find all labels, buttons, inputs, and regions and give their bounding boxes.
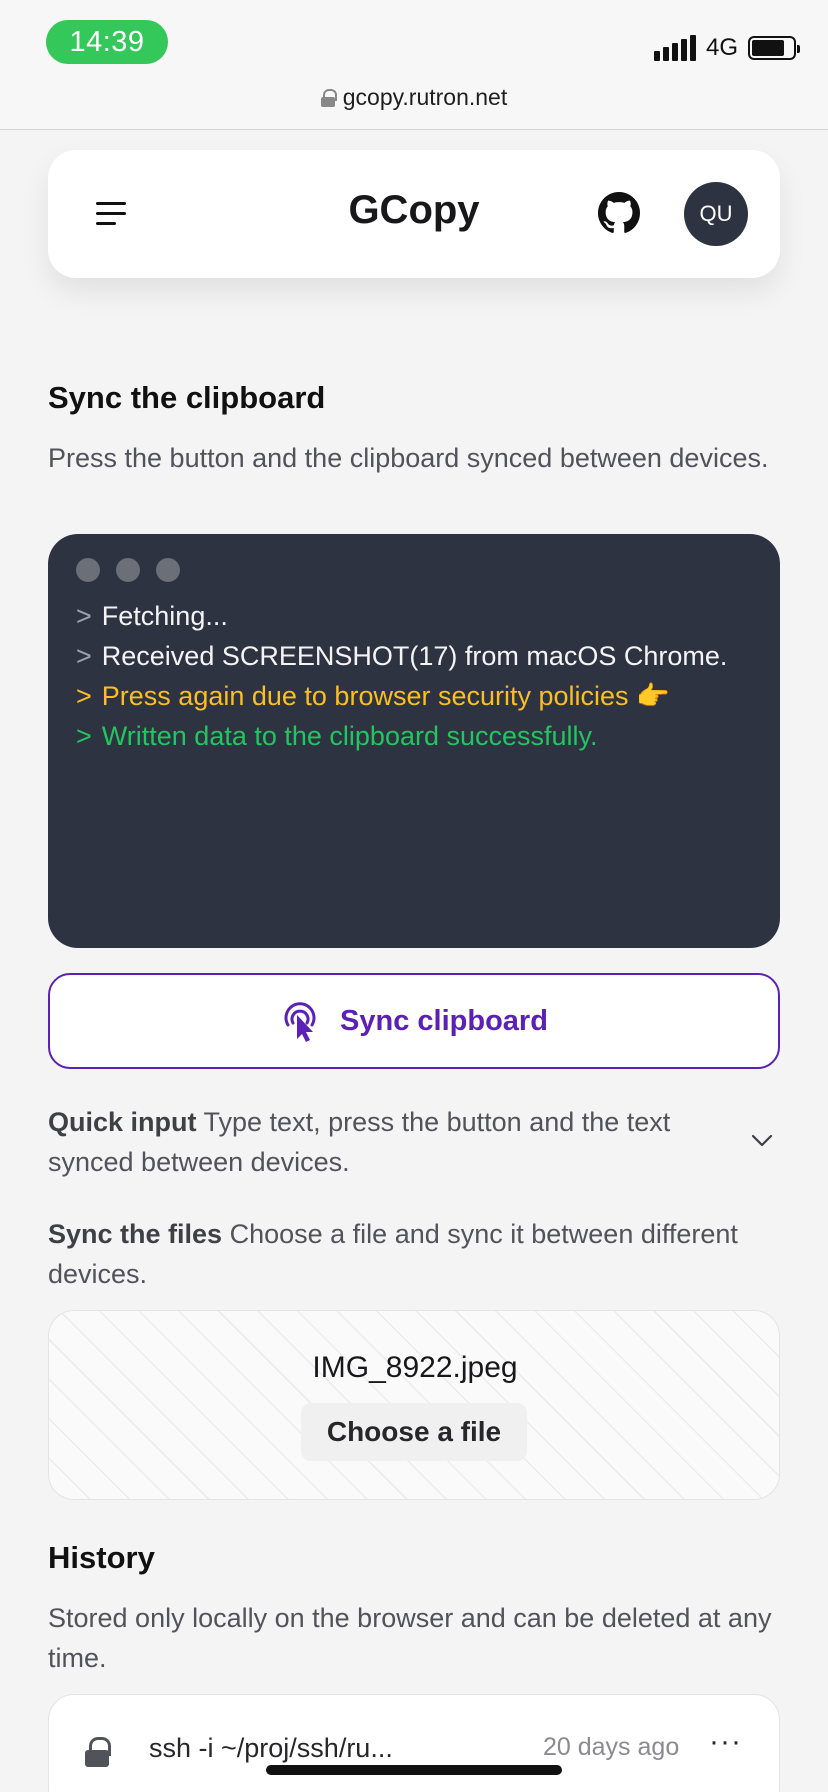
terminal-line: > Received SCREENSHOT(17) from macOS Chro… [76, 641, 728, 671]
signal-icon [653, 35, 696, 61]
sync-clipboard-label: Sync clipboard [340, 1004, 548, 1037]
home-indicator [266, 1765, 562, 1775]
sync-clipboard-title: Sync the clipboard [48, 380, 326, 415]
history-item[interactable]: ssh -i ~/proj/ssh/ru... 20 days ago ··· [48, 1694, 780, 1792]
status-bar: 14:39 4G gcopy.rutron.net [0, 0, 828, 130]
sync-files-section: Sync the files Choose a file and sync it… [48, 1214, 748, 1294]
history-item-text: ssh -i ~/proj/ssh/ru... [149, 1733, 393, 1763]
file-dropzone[interactable]: IMG_8922.jpeg Choose a file [48, 1310, 780, 1500]
github-icon[interactable] [598, 192, 640, 234]
network-type: 4G [705, 34, 738, 61]
quick-input-label: Quick input [48, 1107, 197, 1137]
status-time: 14:39 [46, 20, 168, 64]
window-dots [76, 558, 180, 582]
app-title: GCopy [348, 188, 480, 232]
address-bar[interactable]: gcopy.rutron.net [0, 84, 828, 111]
sync-clipboard-button[interactable]: Sync clipboard [48, 973, 780, 1069]
lock-icon [320, 88, 337, 107]
choose-file-button[interactable]: Choose a file [301, 1403, 527, 1461]
terminal-line-warning: > Press again due to browser security pol… [76, 681, 670, 711]
terminal-line-success: > Written data to the clipboard successfu… [76, 721, 598, 751]
history-description: Stored only locally on the browser and c… [48, 1603, 772, 1673]
sync-clipboard-description: Press the button and the clipboard synce… [48, 443, 769, 473]
terminal-line: > Fetching... [76, 601, 228, 631]
status-indicators: 4G [653, 34, 800, 62]
lock-icon [85, 1737, 111, 1767]
more-options-icon[interactable]: ··· [709, 1725, 742, 1759]
sync-files-label: Sync the files [48, 1219, 223, 1249]
url-text: gcopy.rutron.net [342, 84, 508, 110]
quick-input-section[interactable]: Quick input Type text, press the button … [48, 1102, 748, 1182]
history-item-time: 20 days ago [543, 1733, 680, 1761]
history-title: History [48, 1540, 155, 1575]
chevron-down-icon[interactable] [750, 1128, 774, 1152]
selected-file-name: IMG_8922.jpeg [312, 1351, 518, 1384]
terminal-log: > Fetching... > Received SCREENSHOT(17) fr… [48, 534, 780, 948]
battery-icon [748, 36, 800, 60]
tap-pointer-icon [284, 1002, 316, 1042]
app-header: GCopy QU [48, 150, 780, 278]
avatar[interactable]: QU [684, 182, 748, 246]
